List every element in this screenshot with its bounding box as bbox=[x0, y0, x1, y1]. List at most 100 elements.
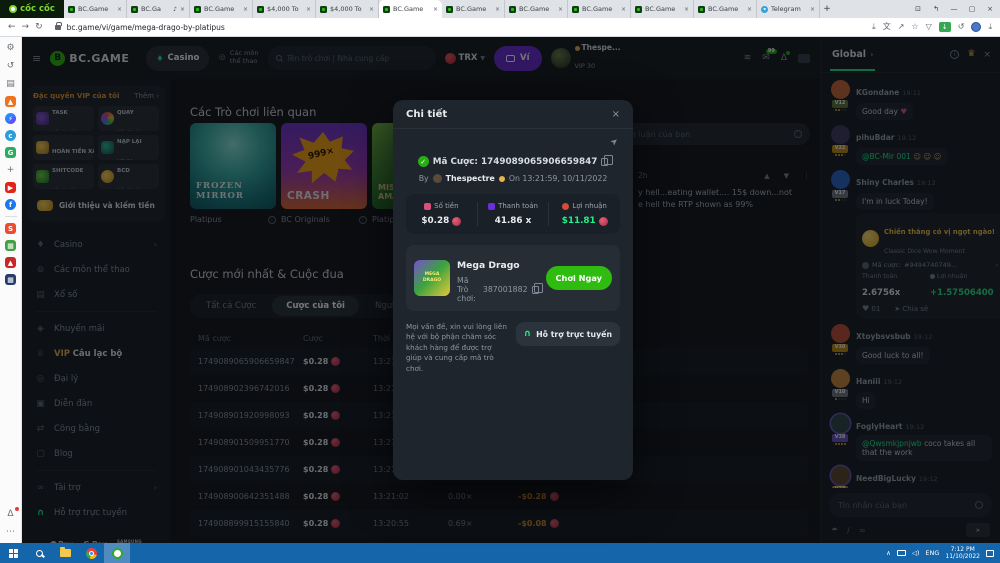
hidden-icons-chevron[interactable]: ∧ bbox=[886, 549, 891, 557]
tab-close-icon[interactable]: × bbox=[747, 6, 752, 13]
settings-gear-icon[interactable]: ⚙ bbox=[5, 42, 17, 54]
clock[interactable]: 7:12 PM11/10/2022 bbox=[945, 546, 980, 561]
browser-tabbar: cốc cốc BC.Game× BC.Ga♪× BC.Game× $4,000… bbox=[0, 0, 1000, 18]
hot-icon[interactable]: ▲ bbox=[5, 96, 16, 107]
language-indicator[interactable]: ENG bbox=[925, 549, 939, 557]
facebook-icon[interactable]: f bbox=[5, 199, 16, 210]
modal-title: Chi tiết bbox=[406, 109, 447, 120]
coccoc-brand[interactable]: cốc cốc bbox=[0, 0, 64, 18]
back-icon[interactable]: ← bbox=[8, 23, 16, 32]
play-now-button[interactable]: Chơi Ngay bbox=[546, 266, 612, 290]
screen: cốc cốc BC.Game× BC.Ga♪× BC.Game× $4,000… bbox=[0, 0, 1000, 563]
bcgame-favicon bbox=[131, 6, 138, 13]
bettor-username[interactable]: Thespectre bbox=[446, 174, 495, 183]
network-icon[interactable] bbox=[897, 550, 906, 556]
browser-tab[interactable]: BC.Game× bbox=[505, 0, 568, 18]
live-support-button[interactable]: ∩Hỗ trợ trực tuyến bbox=[516, 322, 620, 346]
tab-audio-icon[interactable]: ♪ bbox=[173, 6, 177, 13]
tab-close-icon[interactable]: × bbox=[180, 6, 185, 13]
chat-app-icon[interactable]: c bbox=[5, 130, 16, 141]
profit-icon bbox=[562, 203, 569, 210]
coin-icon bbox=[452, 217, 461, 226]
tab-close-icon[interactable]: × bbox=[558, 6, 563, 13]
notifications-bell-icon[interactable]: Δ bbox=[5, 508, 17, 520]
app-navy-icon[interactable]: ▦ bbox=[5, 274, 16, 285]
share-bet-icon[interactable]: ➤ bbox=[609, 136, 623, 151]
browser-tab[interactable]: BC.Game× bbox=[64, 0, 127, 18]
modal-close-icon[interactable]: × bbox=[612, 109, 620, 120]
help-text: Mọi vấn đề, xin vui lòng liên hệ với bộ … bbox=[406, 322, 508, 374]
browser-tab[interactable]: BC.Game× bbox=[442, 0, 505, 18]
tab-close-icon[interactable]: × bbox=[369, 6, 374, 13]
volume-icon[interactable]: ◁) bbox=[912, 549, 920, 557]
tab-close-icon[interactable]: × bbox=[306, 6, 311, 13]
profile-avatar[interactable] bbox=[971, 22, 981, 32]
browser-tab[interactable]: BC.Game× bbox=[694, 0, 757, 18]
browser-tab-telegram[interactable]: Telegram× bbox=[757, 0, 820, 18]
close-button[interactable]: × bbox=[982, 5, 998, 13]
game-id-value: 387001882 bbox=[483, 285, 528, 294]
tab-close-icon[interactable]: × bbox=[433, 6, 438, 13]
game-thumbnail[interactable]: MEGADRAGO bbox=[414, 260, 450, 296]
addressbar-icons: ⤓ 文 ↗ ☆ ▽ ↓ ↺ ⤓ bbox=[872, 22, 992, 32]
lock-icon[interactable] bbox=[55, 25, 61, 30]
action-center-icon[interactable] bbox=[986, 550, 994, 557]
minimize-button[interactable]: — bbox=[946, 5, 962, 13]
new-tab-button[interactable]: + bbox=[820, 0, 834, 18]
tab-close-icon[interactable]: × bbox=[810, 6, 815, 13]
url-text[interactable]: bc.game/vi/game/mega-drago-by-platipus bbox=[67, 23, 867, 32]
adblock-shield-icon[interactable]: ▽ bbox=[926, 23, 932, 31]
bcgame-favicon bbox=[446, 6, 453, 13]
downloads-icon[interactable]: ⤓ bbox=[988, 23, 992, 31]
taskbar-search-icon[interactable] bbox=[26, 543, 52, 563]
browser-tab[interactable]: BC.Game× bbox=[631, 0, 694, 18]
verified-check-icon: ✓ bbox=[418, 156, 429, 167]
forward-icon[interactable]: → bbox=[22, 23, 30, 32]
chrome-icon[interactable] bbox=[78, 543, 104, 563]
coccoc-taskbar-icon[interactable] bbox=[104, 543, 130, 563]
game-info-card: MEGADRAGO Mega Drago Mã Trò chơi: 387001… bbox=[406, 245, 620, 311]
shop-green-icon[interactable]: ▦ bbox=[5, 240, 16, 251]
browser-tab[interactable]: BC.Game× bbox=[190, 0, 253, 18]
history-icon[interactable]: ↺ bbox=[5, 60, 17, 72]
share-icon[interactable]: ↗ bbox=[898, 23, 905, 31]
copy-icon[interactable] bbox=[601, 158, 608, 166]
download-extension-icon[interactable]: ↓ bbox=[939, 22, 951, 32]
messenger-icon[interactable]: ⚡ bbox=[5, 113, 16, 124]
maximize-button[interactable]: ▢ bbox=[964, 5, 980, 13]
add-shortcut-icon[interactable]: + bbox=[5, 164, 17, 176]
bet-id-value: 1749089065906659847 bbox=[481, 157, 597, 167]
browser-sidebar: ⚙ ↺ ▤ ▲ ⚡ c G + ▶ f S ▦ ▲ ▦ Δ ⋯ bbox=[0, 37, 22, 543]
reload-icon[interactable]: ↻ bbox=[35, 23, 43, 32]
vip-badge-icon bbox=[499, 176, 505, 182]
game-name: Mega Drago bbox=[457, 260, 520, 271]
tab-preview-icon[interactable]: ⊡ bbox=[910, 5, 926, 13]
file-explorer-icon[interactable] bbox=[52, 543, 78, 563]
browser-tab-active[interactable]: BC.Game× bbox=[379, 0, 442, 18]
shop-red-green-icon[interactable]: ▲ bbox=[5, 257, 16, 268]
copy-icon[interactable] bbox=[532, 286, 539, 294]
browser-tab[interactable]: BC.Ga♪× bbox=[127, 0, 190, 18]
browser-tab[interactable]: BC.Game× bbox=[568, 0, 631, 18]
tab-close-icon[interactable]: × bbox=[117, 6, 122, 13]
bcgame-favicon bbox=[572, 6, 579, 13]
sync-icon[interactable]: ↺ bbox=[958, 23, 965, 31]
windows-taskbar: ∧ ◁) ENG 7:12 PM11/10/2022 bbox=[0, 543, 1000, 563]
recent-tabs-icon[interactable]: ↰ bbox=[928, 5, 944, 13]
tab-close-icon[interactable]: × bbox=[495, 6, 500, 13]
bet-stats: Số tiền $0.28 Thanh toán 41.86 x Lợi nhu… bbox=[406, 194, 620, 234]
browser-tab[interactable]: $4,000 To× bbox=[316, 0, 379, 18]
translate-icon[interactable]: 文 bbox=[883, 23, 891, 31]
tab-close-icon[interactable]: × bbox=[621, 6, 626, 13]
browser-tab[interactable]: $4,000 To× bbox=[253, 0, 316, 18]
youtube-icon[interactable]: ▶ bbox=[5, 182, 16, 193]
more-icon[interactable]: ⋯ bbox=[5, 526, 17, 538]
save-page-icon[interactable]: ⤓ bbox=[872, 23, 876, 31]
shop-orange-icon[interactable]: S bbox=[5, 223, 16, 234]
games-icon[interactable]: G bbox=[5, 147, 16, 158]
start-button[interactable] bbox=[0, 543, 26, 563]
tab-close-icon[interactable]: × bbox=[684, 6, 689, 13]
bookmark-star-icon[interactable]: ☆ bbox=[911, 23, 918, 31]
tab-close-icon[interactable]: × bbox=[243, 6, 248, 13]
reading-list-icon[interactable]: ▤ bbox=[5, 78, 17, 90]
